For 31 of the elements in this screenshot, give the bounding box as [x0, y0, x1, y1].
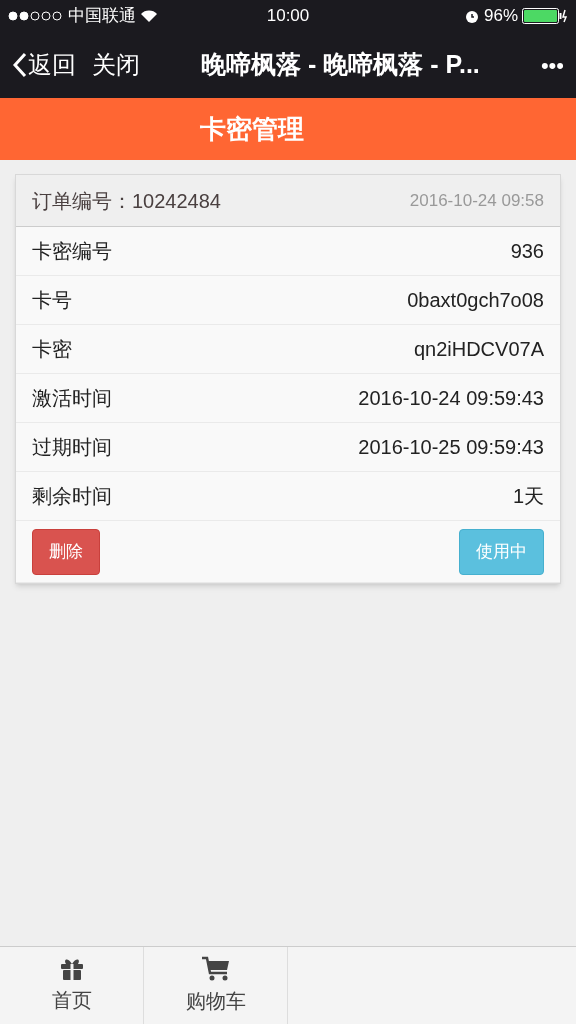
delete-button[interactable]: 删除: [32, 528, 100, 575]
tab-bar-item[interactable]: 购物车: [144, 947, 288, 1024]
tab-bar-item[interactable]: 首页: [0, 947, 144, 1024]
field-value: qn2iHDCV07A: [413, 337, 544, 362]
field-label: 卡密: [32, 337, 72, 362]
wifi-icon: [140, 9, 158, 23]
close-button[interactable]: 关闭: [92, 47, 140, 83]
battery-percent: 96%: [484, 5, 518, 28]
order-number: 订单编号：10242484: [32, 188, 221, 214]
battery-icon: [522, 8, 568, 24]
alarm-icon: [464, 8, 480, 24]
field-label: 剩余时间: [32, 484, 112, 509]
cart-icon: [200, 955, 231, 982]
back-button[interactable]: 返回: [12, 47, 76, 83]
more-button[interactable]: •••: [540, 48, 564, 82]
field-label: 过期时间: [32, 435, 112, 460]
signal-icon: [8, 11, 64, 21]
field-label: 卡号: [32, 288, 72, 313]
clock-time: 10:00: [265, 5, 311, 28]
field-value: 2016-10-24 09:59:43: [358, 386, 544, 411]
back-chevron-icon: [12, 52, 28, 78]
order-date: 2016-10-24 09:58: [409, 189, 544, 212]
field-value: 0baxt0gch7o08: [407, 288, 544, 313]
field-value: 2016-10-25 09:59:43: [358, 435, 544, 460]
page-title: 晚啼枫落 - 晚啼枫落 - P...: [200, 49, 481, 81]
carrier-name: 中国联通: [68, 5, 136, 28]
header-title: 卡密管理: [200, 112, 304, 146]
field-label: 卡密编号: [32, 239, 112, 264]
field-label: 激活时间: [32, 386, 112, 411]
field-value: 936: [510, 239, 544, 264]
field-value: 1天: [512, 484, 544, 509]
